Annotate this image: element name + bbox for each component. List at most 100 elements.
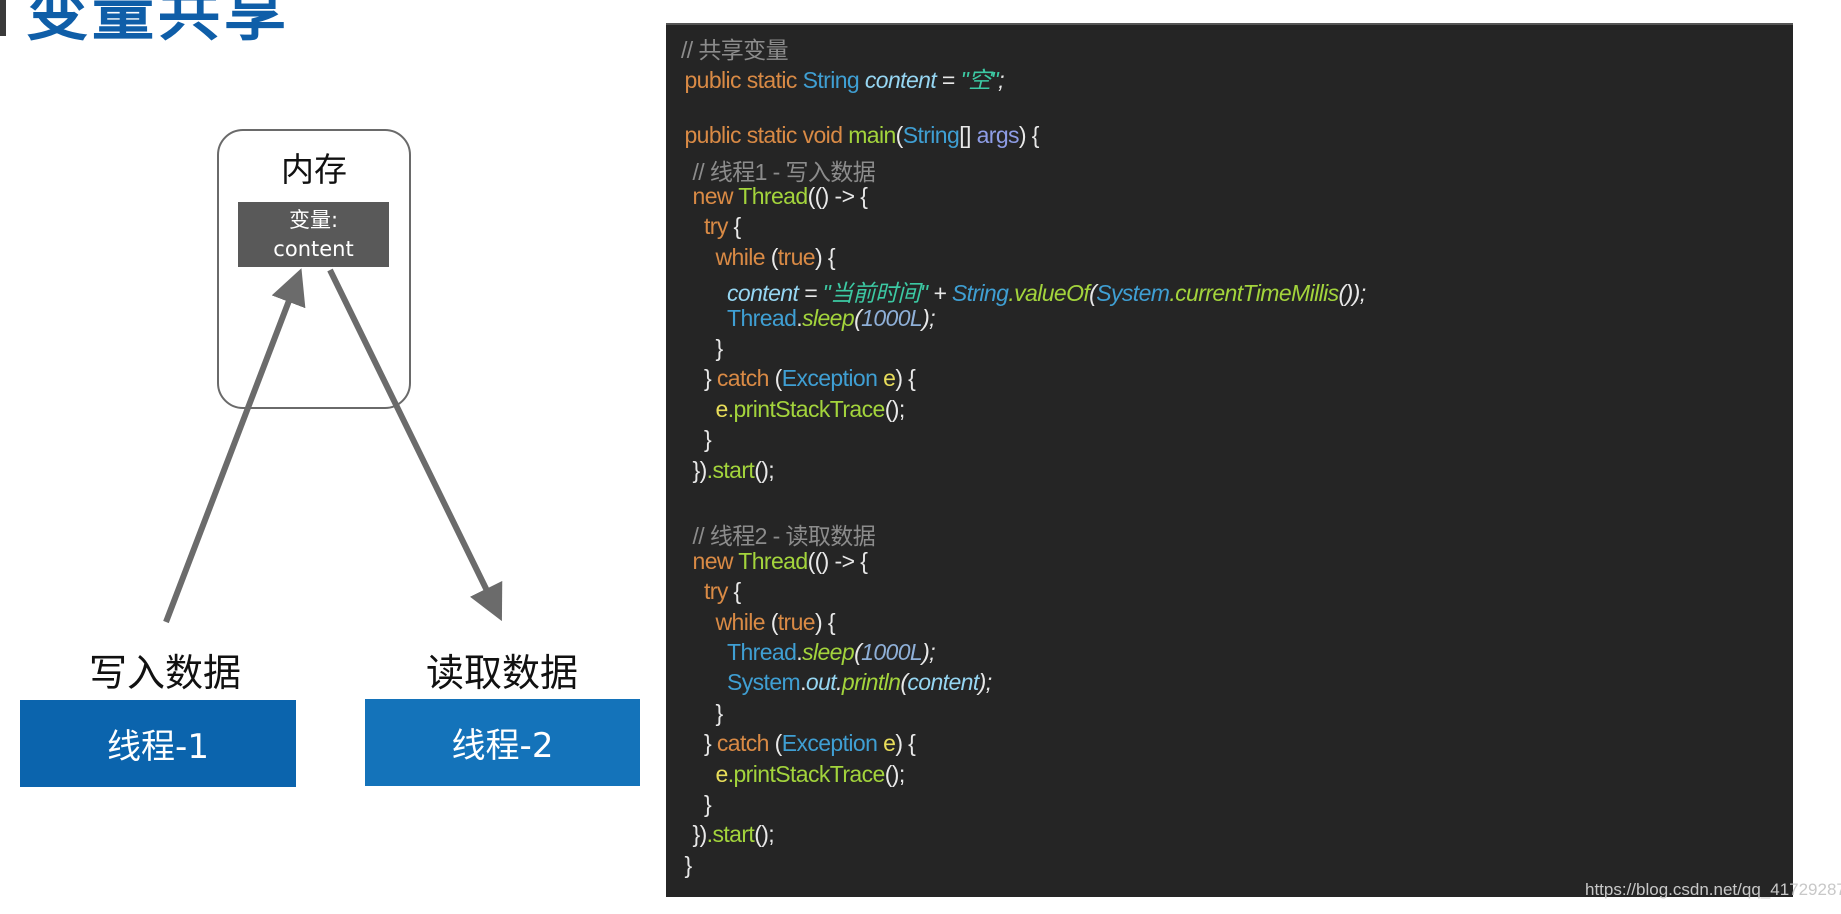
code-line: } bbox=[704, 791, 712, 821]
code-token-p: } bbox=[715, 335, 724, 361]
code-token-p: (() -> { bbox=[807, 183, 868, 209]
code-token-p: = bbox=[936, 67, 961, 94]
code-line: try { bbox=[704, 213, 741, 243]
code-token-p: (); bbox=[884, 395, 906, 422]
code-token-type: String bbox=[802, 67, 865, 94]
code-line: } catch (Exception e) { bbox=[704, 365, 916, 395]
code-token-param: args bbox=[976, 122, 1020, 149]
code-token-cm: // 线程2 - 读取数据 bbox=[692, 523, 876, 550]
code-line: } bbox=[715, 335, 724, 365]
code-token-p: ) { bbox=[815, 608, 836, 635]
code-line: Thread.sleep(1000L); bbox=[727, 304, 936, 335]
code-token-type: System bbox=[727, 669, 801, 696]
code-token-p: ) { bbox=[895, 730, 916, 757]
code-token-p: ( bbox=[895, 122, 904, 149]
code-token-p: } bbox=[684, 851, 692, 878]
read-arrow bbox=[327, 268, 503, 622]
code-token-p: }) bbox=[692, 456, 708, 483]
code-token-type: System bbox=[1096, 280, 1170, 307]
code-token-fn: .start bbox=[706, 456, 755, 483]
read-data-label: 读取数据 bbox=[425, 651, 578, 695]
code-token-var: content bbox=[727, 280, 799, 307]
write-data-label: 写入数据 bbox=[88, 651, 241, 695]
code-token-fn: .currentTimeMillis bbox=[1169, 280, 1339, 307]
code-line: // 共享变量 bbox=[681, 31, 789, 63]
code-token-kw: while bbox=[715, 243, 771, 270]
code-line: while (true) { bbox=[715, 243, 836, 274]
code-token-fn: .start bbox=[706, 821, 755, 848]
code-token-p: ); bbox=[922, 639, 935, 665]
code-line: } bbox=[704, 426, 712, 456]
code-token-p: ( bbox=[774, 730, 783, 757]
code-token-kw: while bbox=[715, 608, 771, 635]
code-line: }).start(); bbox=[693, 457, 775, 487]
code-token-var: content bbox=[907, 669, 979, 696]
code-token-p: ( bbox=[774, 365, 783, 392]
code-token-p: [] bbox=[959, 122, 977, 149]
code-line: content = "当前时间" + String.valueOf(System… bbox=[727, 274, 1366, 307]
code-token-kw: catch bbox=[716, 730, 775, 757]
code-token-p: ; bbox=[998, 67, 1004, 94]
code-token-p: { bbox=[727, 578, 742, 605]
code-token-p: + bbox=[927, 280, 952, 307]
code-token-num: 1000L bbox=[861, 304, 923, 331]
code-token-kw: new bbox=[692, 547, 739, 574]
code-line: // 线程2 - 读取数据 bbox=[692, 517, 876, 550]
code-token-var: out bbox=[805, 669, 837, 696]
code-token-p: (() -> { bbox=[807, 547, 868, 574]
code-token-p: ) { bbox=[1018, 122, 1040, 149]
thread-2-box: 线程-2 bbox=[365, 699, 640, 786]
code-line: } bbox=[684, 851, 692, 882]
code-token-p: } bbox=[704, 426, 712, 453]
code-token-fn: main bbox=[848, 122, 896, 149]
code-token-cm: // 线程1 - 写入数据 bbox=[692, 158, 876, 185]
code-token-kw: try bbox=[704, 213, 728, 240]
code-token-e: e bbox=[883, 730, 896, 757]
write-arrow bbox=[163, 268, 306, 624]
code-token-kw: public static void bbox=[684, 122, 849, 149]
code-token-cm: // 共享变量 bbox=[681, 37, 789, 63]
code-line: // 线程1 - 写入数据 bbox=[692, 153, 876, 185]
code-token-type: String bbox=[902, 122, 960, 149]
code-line: } catch (Exception e) { bbox=[704, 730, 916, 760]
code-token-kw: true bbox=[777, 243, 816, 270]
code-panel: // 共享变量 public static String content = "空… bbox=[666, 23, 1793, 897]
code-line: new Thread(() -> { bbox=[693, 548, 868, 578]
code-token-type: Exception bbox=[781, 730, 884, 757]
code-token-str: "空" bbox=[960, 67, 999, 94]
code-token-p: = bbox=[798, 280, 823, 307]
code-token-p: (); bbox=[754, 456, 775, 483]
code-line: public static String content = "空"; bbox=[684, 61, 1004, 94]
code-line: Thread.sleep(1000L); bbox=[727, 639, 936, 669]
code-token-p: ) { bbox=[815, 243, 836, 270]
code-token-kw: public static bbox=[684, 67, 803, 94]
code-token-p: } bbox=[704, 730, 717, 757]
code-token-kw: true bbox=[777, 608, 816, 635]
code-line: public static void main(String[] args) { bbox=[684, 122, 1040, 152]
code-line: try { bbox=[704, 578, 741, 608]
code-token-fn: .printStackTrace bbox=[727, 395, 886, 422]
code-token-fn: println bbox=[841, 669, 901, 696]
code-token-num: 1000L bbox=[861, 639, 923, 665]
code-token-fn: .printStackTrace bbox=[727, 760, 886, 787]
code-token-kw: catch bbox=[716, 365, 775, 392]
code-token-type: String bbox=[951, 280, 1009, 307]
code-line: new Thread(() -> { bbox=[693, 183, 868, 213]
code-token-fn: Thread bbox=[738, 547, 808, 574]
code-token-p: { bbox=[727, 213, 742, 240]
code-token-p: ); bbox=[922, 304, 935, 331]
code-line: }).start(); bbox=[693, 821, 775, 851]
code-token-p: ( bbox=[770, 243, 779, 270]
code-line: e.printStackTrace(); bbox=[715, 395, 906, 426]
thread-1-box: 线程-1 bbox=[20, 700, 296, 787]
code-token-type: Thread bbox=[727, 639, 797, 665]
code-token-fn: .valueOf bbox=[1008, 280, 1090, 307]
code-token-p: (); bbox=[884, 760, 906, 787]
code-token-str: "当前时间" bbox=[822, 280, 928, 307]
code-token-e: e bbox=[715, 395, 729, 422]
code-line: while (true) { bbox=[715, 608, 836, 639]
code-token-kw: try bbox=[704, 578, 728, 605]
code-token-p: } bbox=[715, 699, 724, 726]
watermark: https://blog.csdn.net/qq_41729287 bbox=[1585, 880, 1841, 899]
code-token-p: ); bbox=[978, 669, 992, 696]
